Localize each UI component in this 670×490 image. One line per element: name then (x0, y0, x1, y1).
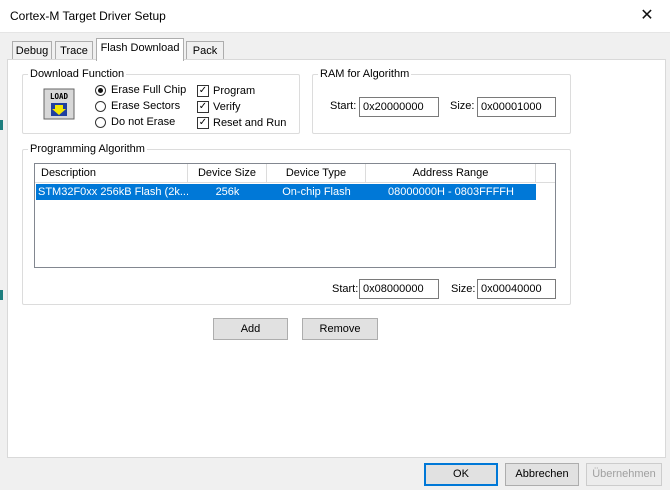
tab-trace[interactable]: Trace (55, 41, 93, 61)
close-icon[interactable]: ✕ (624, 0, 670, 32)
do-not-erase-radio[interactable] (95, 117, 106, 128)
verify-label: Verify (213, 101, 241, 113)
load-icon: LOAD (43, 88, 75, 120)
column-header-device-type[interactable]: Device Type (267, 164, 366, 183)
row-address-range: 08000000H - 0803FFFFH (388, 186, 514, 198)
erase-full-chip-radio[interactable] (95, 85, 106, 96)
verify-checkbox[interactable]: ✓ (197, 101, 209, 113)
title-bar: Cortex-M Target Driver Setup ✕ (0, 0, 670, 33)
column-header-description[interactable]: Description (35, 164, 188, 183)
window-title: Cortex-M Target Driver Setup (10, 9, 166, 23)
programming-algorithm-title: Programming Algorithm (28, 143, 147, 155)
flash-start-input[interactable]: 0x08000000 (359, 279, 439, 299)
apply-button[interactable]: Übernehmen (586, 463, 662, 486)
add-button[interactable]: Add (213, 318, 288, 340)
window-edge-decoration (0, 290, 3, 300)
remove-button[interactable]: Remove (302, 318, 378, 340)
tab-pack[interactable]: Pack (186, 41, 224, 61)
tab-debug[interactable]: Debug (12, 41, 52, 61)
ram-for-algorithm-title: RAM for Algorithm (318, 68, 412, 80)
ok-button[interactable]: OK (424, 463, 498, 486)
program-label: Program (213, 85, 256, 97)
erase-sectors-label: Erase Sectors (111, 100, 181, 112)
cancel-button[interactable]: Abbrechen (505, 463, 579, 486)
ram-size-label: Size: (450, 100, 475, 112)
column-header-filler (536, 164, 555, 183)
ram-start-input[interactable]: 0x20000000 (359, 97, 439, 117)
row-device-type: On-chip Flash (282, 186, 351, 198)
algorithm-list[interactable]: Description Device Size Device Type Addr… (34, 163, 556, 268)
flash-size-input[interactable]: 0x00040000 (477, 279, 556, 299)
erase-sectors-radio[interactable] (95, 101, 106, 112)
load-icon-text: LOAD (50, 92, 69, 101)
download-function-title: Download Function (28, 68, 127, 80)
row-description: STM32F0xx 256kB Flash (2k... (38, 186, 188, 198)
row-device-size: 256k (215, 186, 240, 198)
tab-flash-download[interactable]: Flash Download (96, 38, 184, 61)
column-header-address-range[interactable]: Address Range (366, 164, 536, 183)
ram-size-input[interactable]: 0x00001000 (477, 97, 556, 117)
flash-start-label: Start: (332, 283, 359, 295)
table-row[interactable]: STM32F0xx 256kB Flash (2k... 256k On-chi… (36, 184, 536, 200)
reset-and-run-label: Reset and Run (213, 117, 287, 129)
program-checkbox[interactable]: ✓ (197, 85, 209, 97)
do-not-erase-label: Do not Erase (111, 116, 176, 128)
ram-start-label: Start: (330, 100, 357, 112)
column-header-device-size[interactable]: Device Size (188, 164, 267, 183)
erase-full-chip-label: Erase Full Chip (111, 84, 187, 96)
flash-size-label: Size: (451, 283, 476, 295)
reset-and-run-checkbox[interactable]: ✓ (197, 117, 209, 129)
window-edge-decoration (0, 120, 3, 130)
